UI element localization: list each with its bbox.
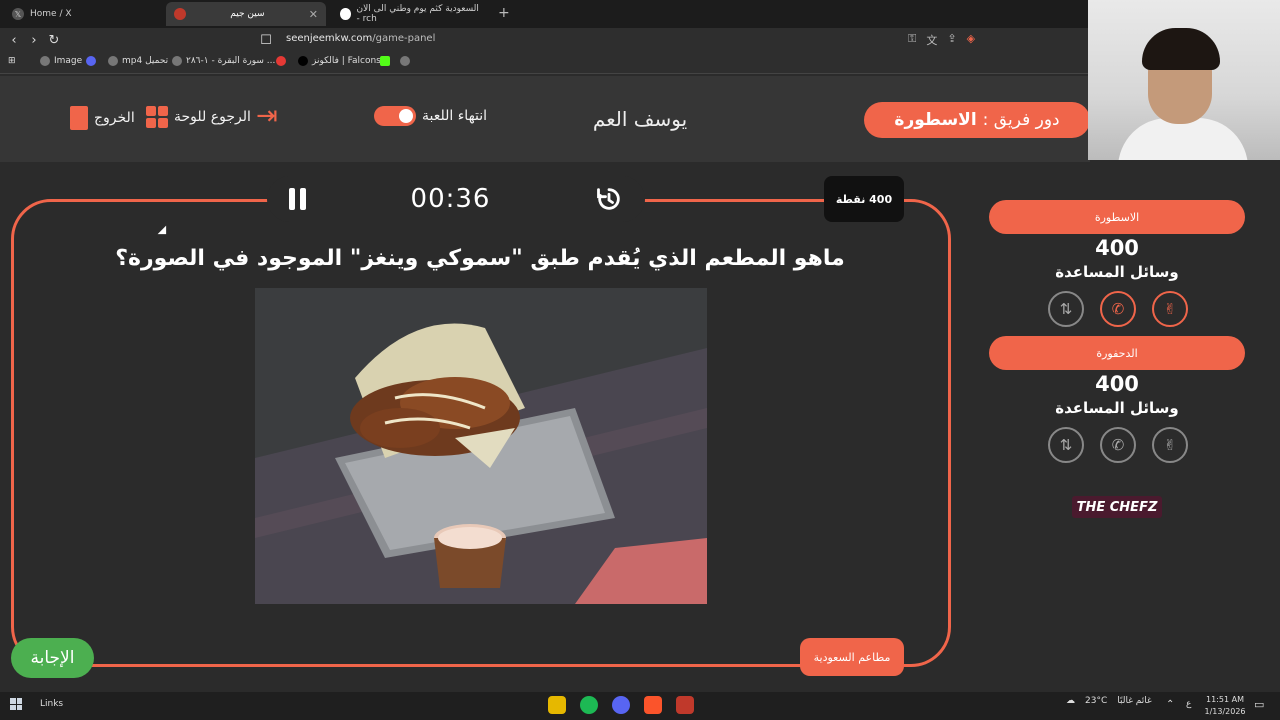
share-icon[interactable]: ⇪ [947, 32, 956, 48]
windows-start-icon[interactable] [10, 698, 22, 710]
points-badge: 400 نقطة [824, 176, 904, 222]
end-game-toggle-icon [374, 106, 416, 126]
team1-helpers: ⇅ ✆ ✌ [1048, 291, 1188, 327]
end-game-button[interactable]: انتهاء اللعبة [374, 106, 487, 126]
timer-bar: 00:36 [267, 176, 645, 222]
taskbar-apps [548, 696, 694, 714]
system-tray: غائم غالبًا 23°C ☁ [1066, 696, 1152, 706]
board-button[interactable]: الرجوع للوحة [146, 106, 251, 128]
bookmark-youtube[interactable] [276, 56, 286, 66]
cloud-icon: ☁ [1066, 696, 1075, 706]
address-bar-actions: ⚿ 文 ⇪ ◈ [908, 32, 975, 48]
back-icon[interactable]: ‹ [4, 33, 24, 48]
reload-icon[interactable]: ↻ [44, 33, 64, 48]
x-logo-icon [298, 56, 308, 66]
team2-helpers: ⇅ ✆ ✌ [1048, 427, 1188, 463]
spotify-icon[interactable] [580, 696, 598, 714]
back-to-board-button[interactable]: ⇥ [256, 101, 278, 131]
input-language[interactable]: ع [1186, 699, 1191, 709]
game-app-icon[interactable] [676, 696, 694, 714]
swap-question-icon[interactable]: ⇅ [1048, 291, 1084, 327]
team2-helpers-label: وسائل المساعدة [1055, 399, 1179, 417]
x-logo-icon: 𝕏 [12, 8, 24, 20]
forward-icon[interactable]: › [24, 33, 44, 48]
bookmark-mp4[interactable]: mp4 تحميل [108, 56, 168, 66]
bookmark-image[interactable]: Image [40, 56, 82, 66]
bookmark-discord[interactable] [86, 56, 96, 66]
arrow-right-icon: ⇥ [256, 101, 278, 131]
reset-timer-icon[interactable] [595, 185, 623, 213]
kick-icon [380, 56, 390, 66]
seenjeem-icon [174, 8, 186, 20]
file-explorer-icon[interactable] [548, 696, 566, 714]
globe-icon [40, 56, 50, 66]
globe-icon [172, 56, 182, 66]
smoky-wings-photo [255, 288, 707, 604]
team1-helpers-label: وسائل المساعدة [1055, 263, 1179, 281]
team-turn-pill: دور فريق : الاسطورة [864, 102, 1090, 138]
key-icon[interactable]: ⚿ [908, 32, 916, 48]
windows-taskbar: Links غائم غالبًا 23°C ☁ ⌃ ع 11:51 AM 1/… [0, 692, 1280, 720]
google-icon [340, 8, 351, 20]
tray-expand-icon[interactable]: ⌃ [1166, 699, 1174, 710]
bookmark-falcons[interactable]: فالكونز | Falcons [298, 56, 381, 66]
globe-icon [108, 56, 118, 66]
question-image [255, 288, 707, 604]
webcam-overlay [1088, 0, 1280, 160]
tab-home-x[interactable]: 𝕏 Home / X [4, 2, 164, 26]
links-toolbar[interactable]: Links [40, 699, 63, 709]
exit-door-icon [70, 106, 88, 130]
sponsor-logo: THE CHEFZ [1072, 496, 1162, 518]
pause-icon[interactable] [289, 188, 306, 210]
discord-icon [86, 56, 96, 66]
close-tab-icon[interactable]: ✕ [309, 8, 318, 21]
bookmark-icon[interactable]: ☐ [256, 33, 276, 48]
bookmark-quran[interactable]: سورة البقرة - ١-٢٨٦ ... [172, 56, 275, 66]
translate-icon[interactable]: 文 [926, 32, 937, 48]
tab-seenjeem[interactable]: سين جيم ✕ [166, 2, 326, 26]
url-field[interactable]: seenjeemkw.com/game-panel [286, 33, 435, 44]
category-badge: مطاعم السعودية [800, 638, 904, 676]
swap-question-icon[interactable]: ⇅ [1048, 427, 1084, 463]
youtube-icon [276, 56, 286, 66]
answer-button[interactable]: الإجابة [11, 638, 94, 678]
team2-score: 400 [1095, 372, 1139, 396]
call-friend-icon[interactable]: ✆ [1100, 291, 1136, 327]
new-tab-button[interactable]: + [498, 5, 510, 21]
team1-name: الاسطورة [989, 200, 1245, 234]
two-answers-icon[interactable]: ✌ [1152, 291, 1188, 327]
question-text: ماهو المطعم الذي يُقدم طبق "سموكي وينغز"… [115, 246, 845, 271]
notification-icon[interactable]: ▭ [1254, 698, 1264, 711]
brave-icon[interactable] [644, 696, 662, 714]
apps-grid-icon[interactable]: ⊞ [8, 56, 16, 66]
two-answers-icon[interactable]: ✌ [1152, 427, 1188, 463]
call-friend-icon[interactable]: ✆ [1100, 427, 1136, 463]
team2-name: الدحفورة [989, 336, 1245, 370]
timer-display: 00:36 [410, 184, 491, 214]
grid-icon [146, 106, 168, 128]
brave-shield-icon[interactable]: ◈ [967, 32, 975, 48]
clock[interactable]: 11:51 AM 1/13/2026 [1200, 694, 1250, 718]
tab-search[interactable]: السعودية كثم يوم وطني الى الان - rch [332, 2, 492, 26]
exit-button[interactable]: الخروج [70, 106, 135, 130]
discord-icon[interactable] [612, 696, 630, 714]
globe-icon [400, 56, 410, 66]
bookmark-globe[interactable] [400, 56, 410, 66]
player-name: يوسف العم [592, 107, 688, 131]
team1-score: 400 [1095, 236, 1139, 260]
bookmark-kick[interactable] [380, 56, 390, 66]
